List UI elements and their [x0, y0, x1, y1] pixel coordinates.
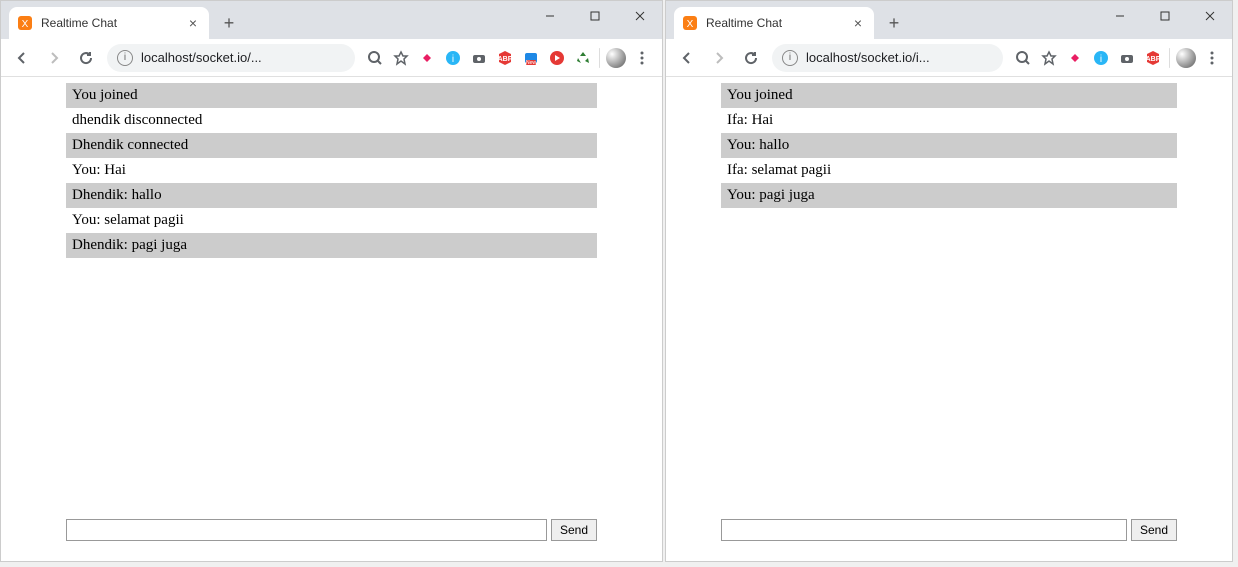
profile-avatar-icon[interactable]: [606, 48, 626, 68]
page-content: You joined dhendik disconnected Dhendik …: [1, 77, 662, 561]
window-controls: [1097, 1, 1232, 31]
titlebar: X Realtime Chat × +: [666, 1, 1232, 39]
browser-tab[interactable]: X Realtime Chat ×: [9, 7, 209, 39]
site-info-icon[interactable]: i: [117, 50, 133, 66]
chat-message: You joined: [66, 83, 597, 108]
profile-avatar-icon[interactable]: [1176, 48, 1196, 68]
adblock-icon[interactable]: ABP: [495, 48, 515, 68]
extension-icon[interactable]: [417, 48, 437, 68]
chat-message: Dhendik: hallo: [66, 183, 597, 208]
zoom-icon[interactable]: [1013, 48, 1033, 68]
chat-message: Dhendik: pagi juga: [66, 233, 597, 258]
close-window-button[interactable]: [1187, 1, 1232, 31]
svg-text:i: i: [452, 54, 454, 65]
browser-toolbar: i localhost/socket.io/i... i ABP: [666, 39, 1232, 77]
tab-title: Realtime Chat: [41, 16, 185, 30]
close-tab-icon[interactable]: ×: [185, 15, 201, 31]
reload-button[interactable]: [71, 43, 101, 73]
chat-message: You: hallo: [721, 133, 1177, 158]
chat-message: Ifa: Hai: [721, 108, 1177, 133]
browser-window-right: X Realtime Chat × + i localhost/socket.i…: [665, 0, 1233, 562]
chat-input-row: Send: [721, 519, 1177, 541]
chat-input-row: Send: [66, 519, 597, 541]
zoom-icon[interactable]: [365, 48, 385, 68]
extension-icon[interactable]: i: [1091, 48, 1111, 68]
svg-text:New: New: [526, 60, 536, 66]
chat-message: You: Hai: [66, 158, 597, 183]
bookmark-star-icon[interactable]: [391, 48, 411, 68]
chat-message: You joined: [721, 83, 1177, 108]
chat-message-list: You joined Ifa: Hai You: hallo Ifa: sela…: [721, 83, 1177, 208]
recycle-icon[interactable]: [573, 48, 593, 68]
divider: [599, 48, 600, 68]
divider: [1169, 48, 1170, 68]
send-button[interactable]: Send: [551, 519, 597, 541]
extension-icon[interactable]: New: [521, 48, 541, 68]
svg-text:X: X: [687, 19, 694, 30]
url-text: localhost/socket.io/i...: [806, 50, 930, 65]
menu-icon[interactable]: [1202, 48, 1222, 68]
extension-icon[interactable]: [1065, 48, 1085, 68]
url-text: localhost/socket.io/...: [141, 50, 262, 65]
chat-message: Dhendik connected: [66, 133, 597, 158]
chat-message: dhendik disconnected: [66, 108, 597, 133]
tab-title: Realtime Chat: [706, 16, 850, 30]
minimize-button[interactable]: [527, 1, 572, 31]
svg-text:i: i: [1100, 54, 1102, 65]
svg-text:ABP: ABP: [1146, 56, 1161, 63]
close-tab-icon[interactable]: ×: [850, 15, 866, 31]
window-controls: [527, 1, 662, 31]
camera-icon[interactable]: [1117, 48, 1137, 68]
titlebar: X Realtime Chat × +: [1, 1, 662, 39]
message-input[interactable]: [66, 519, 547, 541]
forward-button[interactable]: [39, 43, 69, 73]
svg-text:ABP: ABP: [498, 56, 513, 63]
bookmark-star-icon[interactable]: [1039, 48, 1059, 68]
page-content: You joined Ifa: Hai You: hallo Ifa: sela…: [666, 77, 1232, 561]
extension-icon[interactable]: i: [443, 48, 463, 68]
site-info-icon[interactable]: i: [782, 50, 798, 66]
camera-icon[interactable]: [469, 48, 489, 68]
extension-icons: i ABP: [1009, 48, 1226, 68]
chat-message: Ifa: selamat pagii: [721, 158, 1177, 183]
menu-icon[interactable]: [632, 48, 652, 68]
extension-icons: i ABP New: [361, 48, 656, 68]
address-bar[interactable]: i localhost/socket.io/i...: [772, 44, 1003, 72]
address-bar[interactable]: i localhost/socket.io/...: [107, 44, 355, 72]
minimize-button[interactable]: [1097, 1, 1142, 31]
adblock-icon[interactable]: ABP: [1143, 48, 1163, 68]
browser-window-left: X Realtime Chat × + i localhost/socket.i…: [0, 0, 663, 562]
send-button[interactable]: Send: [1131, 519, 1177, 541]
chat-message-list: You joined dhendik disconnected Dhendik …: [66, 83, 597, 258]
browser-tab[interactable]: X Realtime Chat ×: [674, 7, 874, 39]
maximize-button[interactable]: [1142, 1, 1187, 31]
maximize-button[interactable]: [572, 1, 617, 31]
new-tab-button[interactable]: +: [215, 9, 243, 37]
message-input[interactable]: [721, 519, 1127, 541]
close-window-button[interactable]: [617, 1, 662, 31]
reload-button[interactable]: [736, 43, 766, 73]
chat-message: You: pagi juga: [721, 183, 1177, 208]
back-button[interactable]: [7, 43, 37, 73]
xampp-icon: X: [17, 15, 33, 31]
chat-message: You: selamat pagii: [66, 208, 597, 233]
youtube-icon[interactable]: [547, 48, 567, 68]
forward-button[interactable]: [704, 43, 734, 73]
browser-toolbar: i localhost/socket.io/... i ABP New: [1, 39, 662, 77]
svg-text:X: X: [22, 19, 29, 30]
xampp-icon: X: [682, 15, 698, 31]
back-button[interactable]: [672, 43, 702, 73]
new-tab-button[interactable]: +: [880, 9, 908, 37]
